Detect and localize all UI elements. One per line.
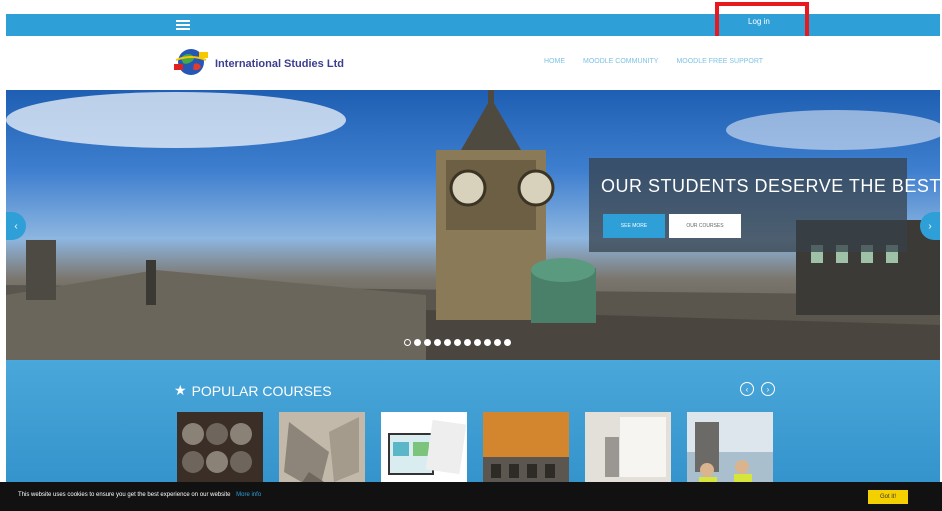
cookie-text: This website uses cookies to ensure you … [18, 492, 231, 498]
hero-caption: OUR STUDENTS DESERVE THE BEST! SEE MORE … [589, 158, 940, 252]
slider-dots [404, 339, 511, 346]
site-header: International Studies Ltd HOME MOODLE CO… [6, 36, 940, 90]
hero-slider: OUR STUDENTS DESERVE THE BEST! SEE MORE … [6, 90, 940, 360]
cookie-message: This website uses cookies to ensure you … [18, 492, 261, 498]
slider-dot[interactable] [404, 339, 411, 346]
slider-dot[interactable] [444, 339, 451, 346]
got-it-button[interactable]: Got it! [868, 490, 908, 504]
slider-dot[interactable] [414, 339, 421, 346]
brand-name[interactable]: International Studies Ltd [215, 58, 344, 70]
cookie-more-info-link[interactable]: More info [236, 492, 261, 498]
popular-courses-title: POPULAR COURSES [191, 382, 332, 399]
main-nav: HOME MOODLE COMMUNITY MOODLE FREE SUPPOR… [544, 58, 763, 65]
courses-prev-icon[interactable]: ‹ [740, 382, 754, 396]
slider-dot[interactable] [474, 339, 481, 346]
nav-moodle-community[interactable]: MOODLE COMMUNITY [583, 58, 658, 65]
slider-dot[interactable] [484, 339, 491, 346]
courses-next-icon[interactable]: › [761, 382, 775, 396]
nav-moodle-free-support[interactable]: MOODLE FREE SUPPORT [676, 58, 763, 65]
see-more-button[interactable]: SEE MORE [603, 214, 665, 238]
hamburger-menu-icon[interactable] [176, 18, 190, 32]
popular-courses-heading: ★ POPULAR COURSES [174, 382, 332, 399]
slider-dot[interactable] [454, 339, 461, 346]
nav-home[interactable]: HOME [544, 58, 565, 65]
slider-dot[interactable] [504, 339, 511, 346]
slider-dot[interactable] [434, 339, 441, 346]
caption-title: OUR STUDENTS DESERVE THE BEST! [601, 176, 940, 196]
slider-dot[interactable] [464, 339, 471, 346]
slider-dot[interactable] [494, 339, 501, 346]
cookie-banner: This website uses cookies to ensure you … [0, 482, 942, 511]
star-icon: ★ [174, 382, 187, 398]
globe-logo-icon[interactable] [172, 46, 210, 78]
our-courses-button[interactable]: OUR COURSES [669, 214, 741, 238]
slider-dot[interactable] [424, 339, 431, 346]
slider-next-icon[interactable]: › [920, 212, 940, 240]
